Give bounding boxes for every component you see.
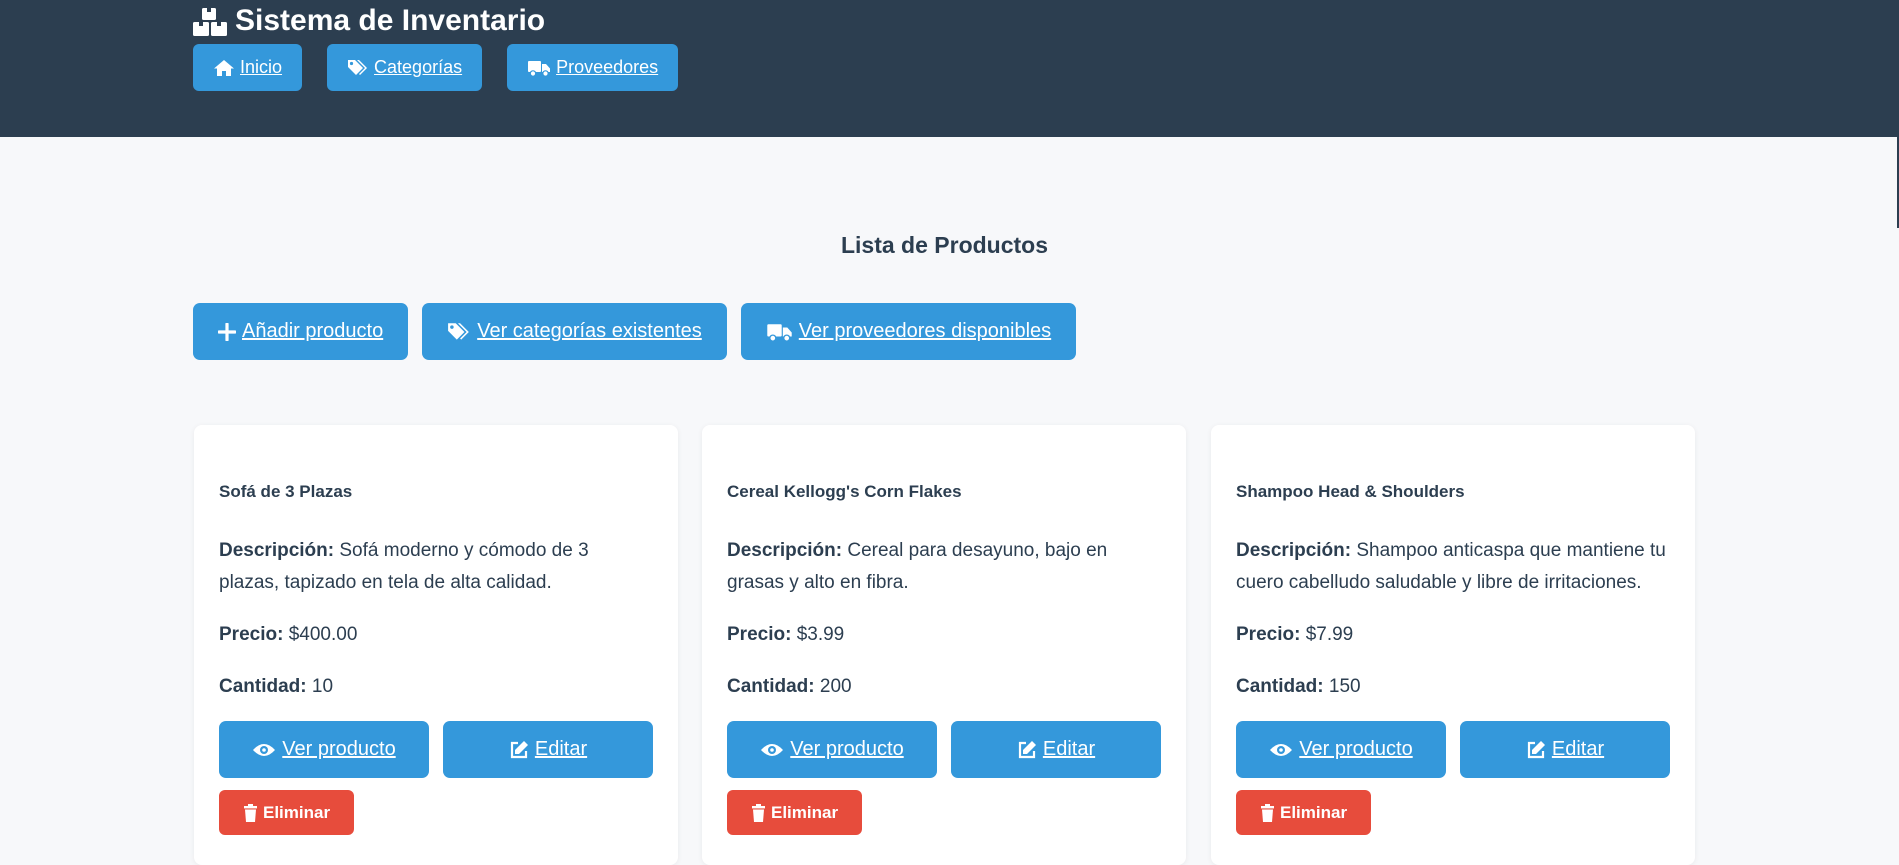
product-card: Cereal Kellogg's Corn Flakes Descripción… xyxy=(702,425,1186,865)
edit-icon xyxy=(509,740,529,760)
product-price: Precio: $400.00 xyxy=(219,619,653,651)
delete-button[interactable]: Eliminar xyxy=(727,790,863,835)
view-product-button[interactable]: Ver producto xyxy=(727,721,937,778)
view-product-button[interactable]: Ver producto xyxy=(1236,721,1446,778)
plus-icon xyxy=(218,322,236,341)
price-label: Precio: xyxy=(727,624,792,645)
product-description: Descripción: Cereal para desayuno, bajo … xyxy=(727,535,1161,599)
description-label: Descripción: xyxy=(727,540,843,561)
trash-icon xyxy=(1260,803,1275,822)
nav-categorias-button[interactable]: Categorías xyxy=(327,44,483,91)
product-quantity: Cantidad: 150 xyxy=(1236,671,1670,703)
view-product-label: Ver producto xyxy=(1299,738,1413,760)
view-product-label: Ver producto xyxy=(282,738,396,760)
edit-icon xyxy=(1526,740,1546,760)
product-actions: Ver producto Editar xyxy=(727,721,1161,778)
quantity-label: Cantidad: xyxy=(219,676,307,697)
nav-proveedores-button[interactable]: Proveedores xyxy=(507,44,679,91)
product-price: Precio: $3.99 xyxy=(727,619,1161,651)
tags-icon xyxy=(347,59,369,77)
tags-icon xyxy=(447,322,471,342)
edit-button[interactable]: Editar xyxy=(443,721,653,778)
home-icon xyxy=(213,59,235,77)
brand: Sistema de Inventario xyxy=(193,4,545,38)
main-nav: Inicio Categorías Proveedores xyxy=(193,44,679,91)
eye-icon xyxy=(760,742,784,758)
trash-icon xyxy=(243,803,258,822)
nav-categorias-label: Categorías xyxy=(374,57,463,77)
quantity-label: Cantidad: xyxy=(1236,676,1324,697)
edit-label: Editar xyxy=(534,738,588,760)
price-value: $7.99 xyxy=(1305,624,1354,645)
page-title: Lista de Productos xyxy=(840,232,1049,258)
view-categories-button[interactable]: Ver categorías existentes xyxy=(422,303,727,360)
nav-proveedores-label: Proveedores xyxy=(556,57,659,77)
product-name: Shampoo Head & Shoulders xyxy=(1236,482,1465,501)
eye-icon xyxy=(252,742,276,758)
product-price: Precio: $7.99 xyxy=(1236,619,1670,651)
product-quantity: Cantidad: 200 xyxy=(727,671,1161,703)
view-product-button[interactable]: Ver producto xyxy=(219,721,429,778)
eye-icon xyxy=(1269,742,1293,758)
price-value: $3.99 xyxy=(796,624,845,645)
product-card: Shampoo Head & Shoulders Descripción: Sh… xyxy=(1211,425,1695,865)
trash-icon xyxy=(751,803,766,822)
quantity-label: Cantidad: xyxy=(727,676,815,697)
edit-button[interactable]: Editar xyxy=(951,721,1161,778)
delete-button[interactable]: Eliminar xyxy=(219,790,355,835)
truck-icon xyxy=(766,322,793,342)
product-name: Sofá de 3 Plazas xyxy=(219,482,353,501)
product-quantity: Cantidad: 10 xyxy=(219,671,653,703)
quantity-value: 150 xyxy=(1328,676,1361,697)
delete-label: Eliminar xyxy=(263,802,331,822)
view-suppliers-button[interactable]: Ver proveedores disponibles xyxy=(740,303,1077,360)
view-product-label: Ver producto xyxy=(790,738,904,760)
product-name: Cereal Kellogg's Corn Flakes xyxy=(727,482,962,501)
description-label: Descripción: xyxy=(1236,540,1352,561)
product-description: Descripción: Shampoo anticaspa que manti… xyxy=(1236,535,1670,599)
price-label: Precio: xyxy=(1236,624,1301,645)
view-categories-label: Ver categorías existentes xyxy=(477,320,702,342)
description-label: Descripción: xyxy=(219,540,335,561)
edit-button[interactable]: Editar xyxy=(1460,721,1670,778)
action-bar: Añadir producto Ver categorías existente… xyxy=(193,303,1077,360)
nav-inicio-button[interactable]: Inicio xyxy=(193,44,303,91)
product-actions: Ver producto Editar xyxy=(1236,721,1670,778)
add-product-button[interactable]: Añadir producto xyxy=(193,303,409,360)
product-card: Sofá de 3 Plazas Descripción: Sofá moder… xyxy=(194,425,678,865)
delete-button[interactable]: Eliminar xyxy=(1236,790,1372,835)
edit-label: Editar xyxy=(1551,738,1605,760)
price-value: $400.00 xyxy=(288,624,358,645)
quantity-value: 10 xyxy=(311,676,334,697)
boxes-icon xyxy=(193,6,227,36)
truck-icon xyxy=(527,59,551,77)
delete-label: Eliminar xyxy=(1280,802,1348,822)
add-product-label: Añadir producto xyxy=(242,320,384,342)
top-header: Sistema de Inventario Inicio Categorías xyxy=(0,0,1899,137)
price-label: Precio: xyxy=(219,624,284,645)
edit-label: Editar xyxy=(1042,738,1096,760)
product-actions: Ver producto Editar xyxy=(219,721,653,778)
view-suppliers-label: Ver proveedores disponibles xyxy=(798,320,1052,342)
edit-icon xyxy=(1017,740,1037,760)
product-description: Descripción: Sofá moderno y cómodo de 3 … xyxy=(219,535,653,599)
nav-inicio-label: Inicio xyxy=(240,57,283,77)
quantity-value: 200 xyxy=(819,676,852,697)
brand-title: Sistema de Inventario xyxy=(235,4,546,37)
delete-label: Eliminar xyxy=(771,802,839,822)
